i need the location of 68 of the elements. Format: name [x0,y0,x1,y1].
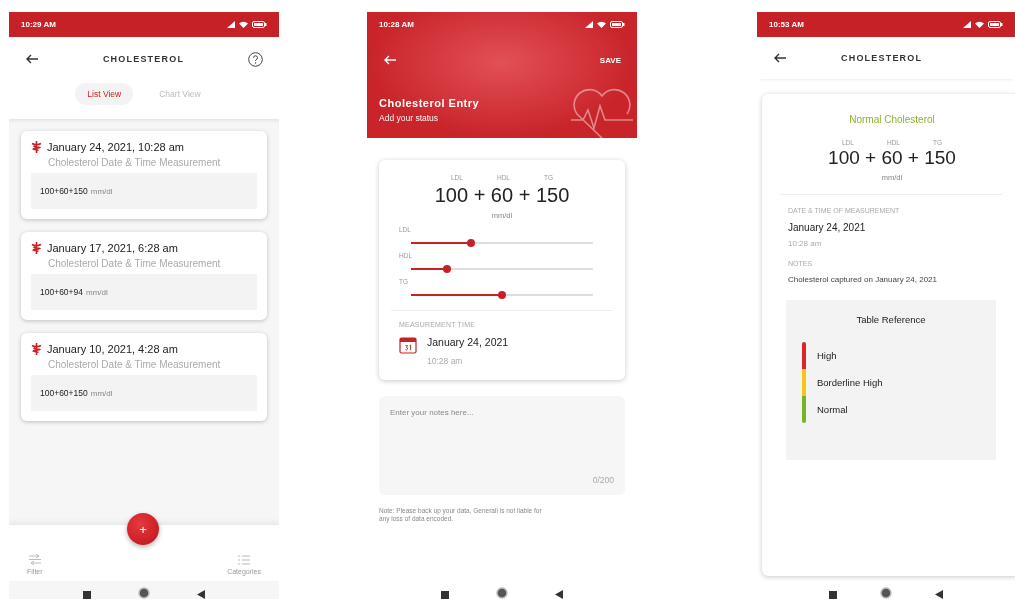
entry-card[interactable]: January 24, 2021, 10:28 am Cholesterol Date & Time Measurement 100+60+150 mm/dl [21,131,267,219]
status-time: 10:28 AM [379,20,414,29]
battery-icon [988,21,1003,28]
triangle-icon[interactable] [555,590,564,599]
save-button[interactable]: SAVE [599,55,621,65]
square-icon[interactable] [828,591,837,599]
status-time: 10:53 AM [769,20,804,29]
measurement-date[interactable]: January 24, 2021 [427,336,509,348]
back-arrow-icon[interactable] [773,53,787,63]
battery-icon [610,21,625,28]
back-arrow-icon[interactable] [25,54,39,64]
entry-title: Cholesterol Entry [379,97,481,109]
level-label: High [817,350,837,361]
medical-symbol-icon [31,343,42,355]
slider-thumb[interactable] [467,239,476,247]
entry-value: 100+60+150 [40,388,88,398]
measurement-date: January 24, 2021 [788,222,867,233]
entry-card[interactable]: January 10, 2021, 4:28 am Cholesterol Date & Time Measurement 100+60+150 mm/dl [21,333,267,421]
reading-value: 100 + 60 + 150 [433,184,571,207]
signal-icon [227,21,235,28]
square-icon[interactable] [82,591,91,599]
entry-subtitle: Add your status [379,113,440,123]
entry-unit: mm/dl [90,187,113,196]
entry-datetime: January 17, 2021, 6:28 am [47,242,178,254]
status-time: 10:29 AM [21,20,56,29]
measurement-time: 10:28 am [788,239,823,248]
help-icon[interactable] [248,51,263,67]
level-label: Normal [817,404,848,415]
screen-title: CHOLESTEROL [841,53,923,63]
entry-unit: mm/dl [90,389,113,398]
reading-value: 100 + 60 + 150 [827,147,957,169]
signal-icon [585,21,593,28]
wifi-icon [239,21,248,28]
entry-value: 100+60+94 [40,287,84,297]
circle-icon[interactable] [880,587,892,599]
entry-card[interactable]: January 17, 2021, 6:28 am Cholesterol Date & Time Measurement 100+60+94 mm/dl [21,232,267,320]
circle-icon[interactable] [138,587,150,599]
triangle-icon[interactable] [935,590,944,599]
view-tab[interactable]: List View [75,83,134,105]
entry-unit: mm/dl [86,288,108,297]
calendar-icon[interactable] [399,336,417,354]
entry-datetime: January 24, 2021, 10:28 am [47,141,184,153]
entry-value: 100+60+150 [40,186,88,196]
wifi-icon [975,21,984,28]
reference-title: Table Reference [855,314,927,325]
notes-text: Cholesterol captured on January 24, 2021 [788,275,938,284]
entry-subtitle: Cholesterol Date & Time Measurement [48,258,222,269]
wifi-icon [597,21,606,28]
medical-symbol-icon [31,242,42,254]
character-counter: 0/200 [592,475,614,485]
add-button[interactable]: + [127,513,159,545]
heart-pulse-icon [569,86,635,138]
entry-subtitle: Cholesterol Date & Time Measurement [48,359,222,370]
battery-icon [252,21,267,28]
filter-icon [28,554,41,565]
medical-symbol-icon [31,141,42,153]
circle-icon[interactable] [496,587,508,599]
entry-subtitle: Cholesterol Date & Time Measurement [48,157,222,168]
level-label: Borderline High [817,377,883,388]
entry-datetime: January 10, 2021, 4:28 am [47,343,178,355]
status-label: Normal Cholesterol [848,114,936,125]
square-icon[interactable] [440,591,449,599]
screen-title: CHOLESTEROL [102,54,185,64]
triangle-icon[interactable] [197,590,206,599]
slider-thumb[interactable] [498,291,506,299]
slider-thumb[interactable] [443,265,452,273]
signal-icon [963,21,971,28]
list-icon [238,555,251,565]
